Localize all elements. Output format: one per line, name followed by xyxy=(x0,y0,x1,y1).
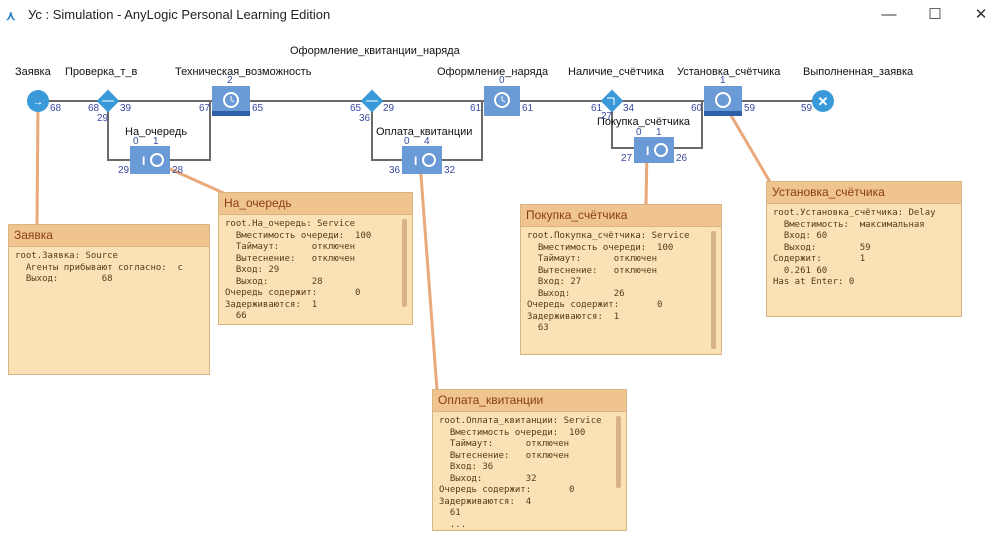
inspect-title: Установка_счётчика xyxy=(767,182,961,204)
count: 36 xyxy=(359,113,371,124)
inspect-title: Покупка_счётчика xyxy=(521,205,721,227)
svg-text:✕: ✕ xyxy=(818,94,829,109)
label-delay1: Техническая_возможность xyxy=(175,66,312,78)
svg-text:I: I xyxy=(142,154,145,168)
service-block-1[interactable]: I xyxy=(130,146,170,174)
inspect-body: root.Установка_счётчика: Delay Вместимос… xyxy=(773,208,936,287)
count: 59 xyxy=(744,103,756,114)
count: 26 xyxy=(676,153,688,164)
count: 28 xyxy=(172,165,184,176)
delay-block-1[interactable] xyxy=(212,86,250,116)
source-block[interactable]: → xyxy=(27,90,49,112)
count: 32 xyxy=(444,165,456,176)
count: 27 xyxy=(601,111,613,122)
count: 29 xyxy=(383,103,395,114)
count: 61 xyxy=(470,103,482,114)
inspect-title: Заявка xyxy=(9,225,209,247)
select-output-1[interactable] xyxy=(96,89,120,113)
count: 60 xyxy=(691,103,703,114)
inspect-body: root.На_очередь: Service Вместимость оче… xyxy=(225,219,372,321)
count: 36 xyxy=(389,165,401,176)
inspect-body: root.Заявка: Source Агенты прибывают сог… xyxy=(15,251,183,284)
inspect-title: Оплата_квитанции xyxy=(433,390,626,412)
count: 65 xyxy=(252,103,264,114)
count: 2 xyxy=(227,75,233,86)
inspect-title: На_очередь xyxy=(219,193,412,215)
label-select3: Наличие_счётчика xyxy=(568,66,665,78)
label-source: Заявка xyxy=(15,66,51,78)
inspect-body: root.Покупка_счётчика: Service Вместимос… xyxy=(527,231,690,333)
label-select2: Оформление_квитанции_наряда xyxy=(290,45,460,57)
delay-block-3[interactable] xyxy=(704,86,742,116)
inspect-window-service2[interactable]: Оплата_квитанции root.Оплата_квитанции: … xyxy=(432,389,627,531)
count: 4 xyxy=(424,136,430,147)
count: 1 xyxy=(153,136,159,147)
connector-service2 xyxy=(418,161,439,391)
count: 34 xyxy=(623,103,635,114)
inspect-window-service1[interactable]: На_очередь root.На_очередь: Service Вмес… xyxy=(218,192,413,325)
inspect-window-delay3[interactable]: Установка_счётчика root.Установка_счётчи… xyxy=(766,181,962,317)
count: 0 xyxy=(636,127,642,138)
inspect-window-service3[interactable]: Покупка_счётчика root.Покупка_счётчика: … xyxy=(520,204,722,355)
select-output-2[interactable] xyxy=(360,89,384,113)
connector-source xyxy=(35,102,40,226)
label-select1: Проверка_т_в xyxy=(65,66,138,78)
inspect-body: root.Оплата_квитанции: Service Вместимос… xyxy=(439,416,602,530)
inspect-window-source[interactable]: Заявка root.Заявка: Source Агенты прибыв… xyxy=(8,224,210,375)
sink-block[interactable]: ✕ xyxy=(812,90,834,112)
count: 27 xyxy=(621,153,633,164)
count: 67 xyxy=(199,103,211,114)
scrollbar[interactable] xyxy=(616,416,621,488)
count: 61 xyxy=(522,103,534,114)
count: 0 xyxy=(133,136,139,147)
count: 68 xyxy=(50,103,62,114)
count: 29 xyxy=(118,165,130,176)
scrollbar[interactable] xyxy=(402,219,407,307)
count: 59 xyxy=(801,103,813,114)
select-output-3[interactable] xyxy=(600,89,624,113)
svg-text:I: I xyxy=(646,144,649,158)
delay-block-2[interactable] xyxy=(484,86,520,116)
service-block-3[interactable]: I xyxy=(634,137,674,163)
label-delay2: Оформление_наряда xyxy=(437,66,549,78)
count: 0 xyxy=(404,136,410,147)
count: 39 xyxy=(120,103,132,114)
svg-text:→: → xyxy=(33,96,44,108)
count: 1 xyxy=(720,75,726,86)
scrollbar[interactable] xyxy=(711,231,716,349)
svg-text:I: I xyxy=(414,154,417,168)
count: 29 xyxy=(97,113,109,124)
label-sink: Выполненная_заявка xyxy=(803,66,914,78)
label-delay3: Установка_счётчика xyxy=(677,66,781,78)
count: 0 xyxy=(499,75,505,86)
count: 1 xyxy=(656,127,662,138)
service-block-2[interactable]: I xyxy=(402,146,442,174)
